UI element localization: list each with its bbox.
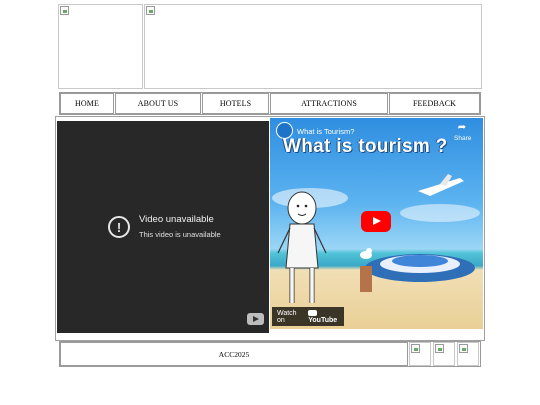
play-button[interactable] [361, 211, 391, 232]
video-title[interactable]: What is Tourism? [297, 127, 354, 136]
youtube-logo-icon[interactable] [247, 313, 264, 325]
video-player-unavailable[interactable] [57, 121, 269, 333]
broken-image-icon [146, 6, 155, 15]
banner-image [144, 4, 482, 89]
video-unavailable-title: Video unavailable [139, 214, 214, 225]
share-label[interactable]: Share [454, 135, 471, 142]
social-link-2[interactable] [433, 342, 455, 366]
nav-feedback[interactable]: FEEDBACK [389, 93, 480, 114]
alert-icon: ! [108, 216, 130, 238]
logo-image [58, 4, 143, 89]
nav-home[interactable]: HOME [60, 93, 114, 114]
copyright-text: ACC2025 [60, 342, 408, 366]
video-unavailable-text: This video is unavailable [139, 230, 221, 239]
nav-attractions[interactable]: ATTRACTIONS [270, 93, 388, 114]
watch-on-youtube-button[interactable]: Watch on YouTube [272, 307, 344, 326]
social-link-1[interactable] [409, 342, 431, 366]
nav-hotels[interactable]: HOTELS [202, 93, 269, 114]
youtube-logo-icon [308, 309, 318, 316]
social-link-3[interactable] [457, 342, 479, 366]
broken-image-icon [435, 344, 444, 353]
youtube-label: YouTube [308, 316, 338, 324]
broken-image-icon [60, 6, 69, 15]
video-overlay-title: What is tourism ? [283, 136, 448, 157]
nav-about-us[interactable]: ABOUT US [115, 93, 201, 114]
watch-on-label: Watch on [277, 309, 297, 324]
share-icon[interactable]: ➦ [455, 123, 469, 133]
broken-image-icon [459, 344, 468, 353]
broken-image-icon [411, 344, 420, 353]
